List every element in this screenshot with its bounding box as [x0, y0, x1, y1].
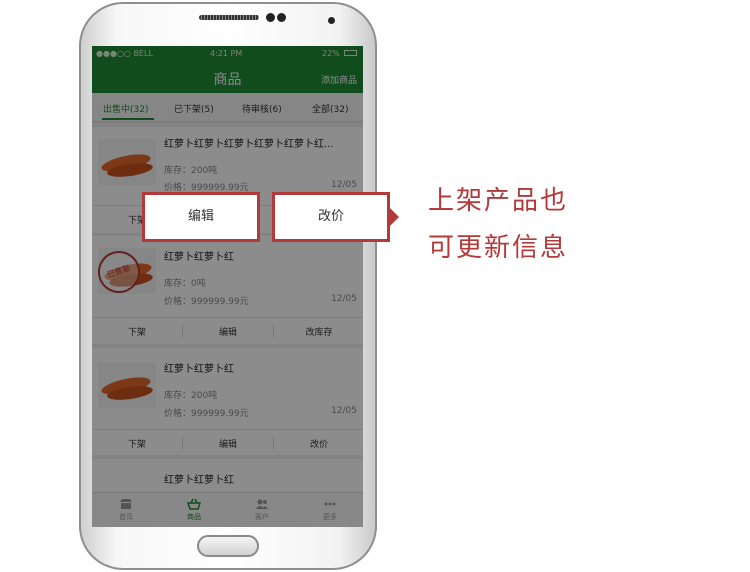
speaker-grille: [199, 15, 259, 20]
annotation-line-2: 可更新信息: [428, 233, 569, 263]
proximity-sensor: [328, 17, 335, 24]
dim-overlay: [92, 46, 363, 527]
callout-arrow: [389, 207, 399, 227]
highlighted-change-price-button[interactable]: 改价: [272, 192, 390, 242]
sensor-dot: [266, 13, 275, 22]
front-camera: [277, 13, 286, 22]
home-button[interactable]: [197, 535, 259, 557]
highlighted-edit-button[interactable]: 编辑: [142, 192, 260, 242]
annotation-line-1: 上架产品也: [428, 186, 569, 216]
